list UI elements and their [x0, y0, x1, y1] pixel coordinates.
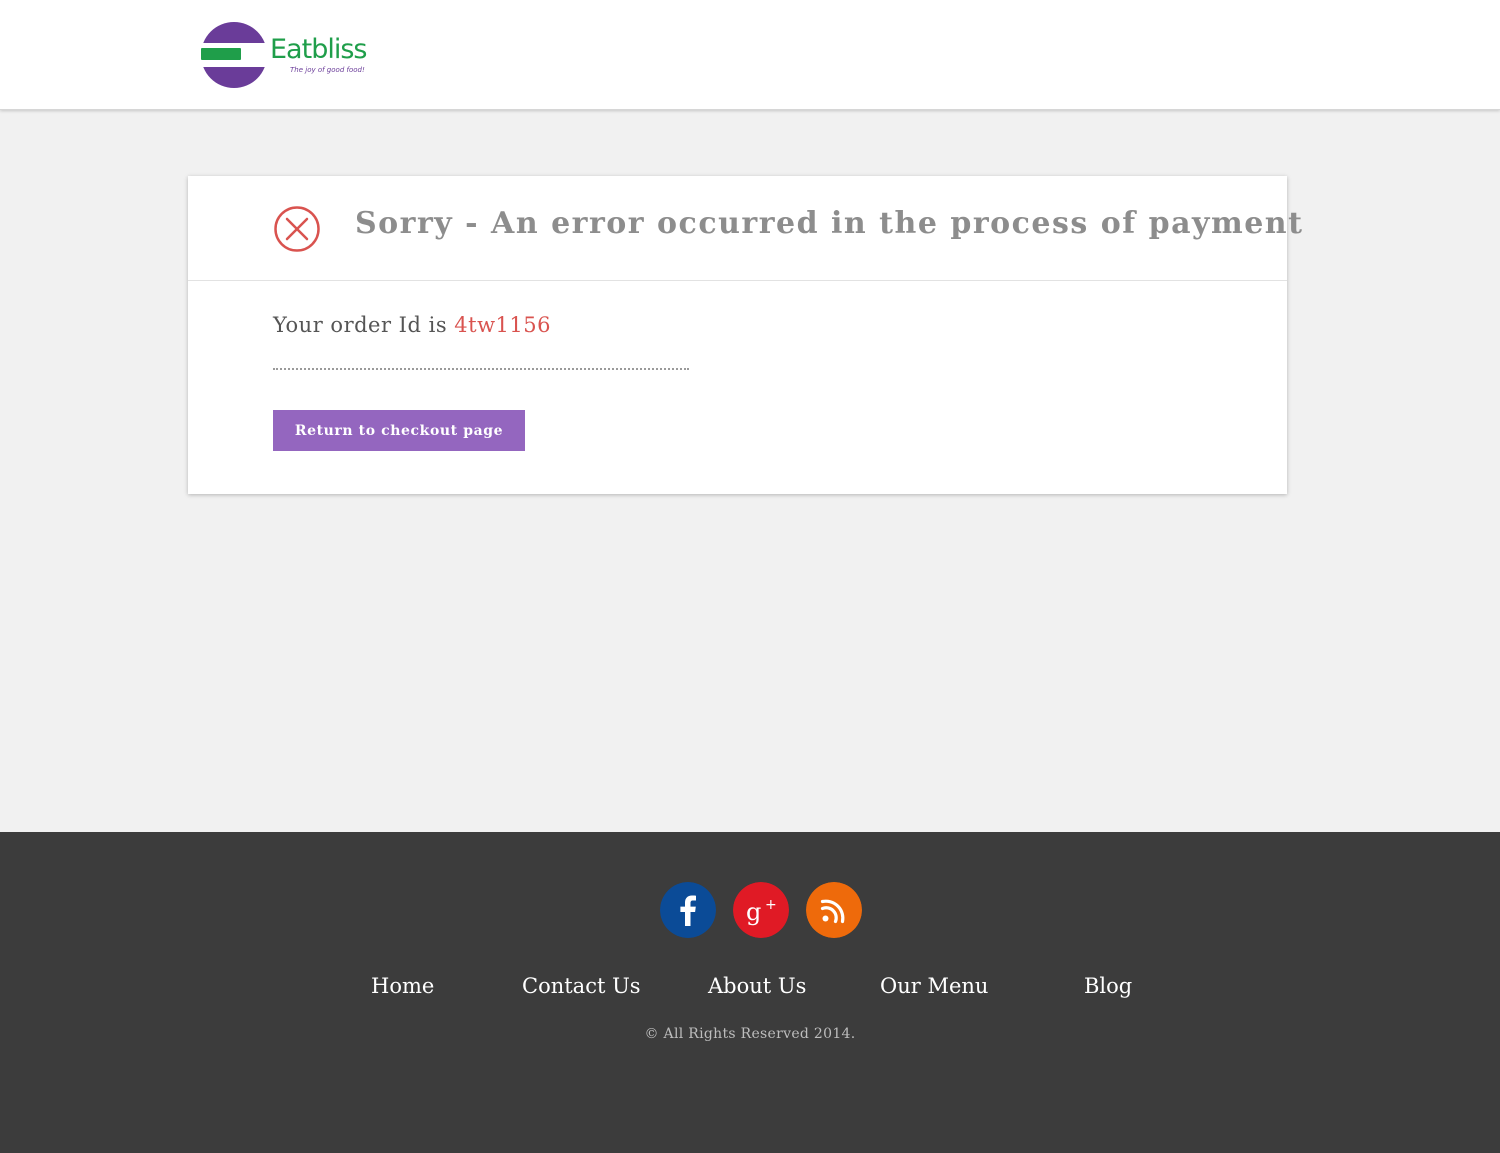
circle-x-icon [274, 206, 320, 252]
footer-link-contact-us[interactable]: Contact Us [522, 974, 641, 998]
eatbliss-logo[interactable]: Eatbliss The joy of good food! [200, 20, 370, 90]
rss-icon [806, 882, 862, 938]
facebook-icon [660, 882, 716, 938]
payment-error-card: Sorry - An error occurred in the process… [188, 176, 1302, 494]
logo-tagline: The joy of good food! [290, 66, 365, 74]
logo-name: Eatbliss [270, 34, 367, 65]
google-plus-link[interactable]: g + [733, 882, 789, 938]
dotted-divider [273, 368, 689, 370]
order-id-label: Your order Id is [273, 313, 448, 337]
google-plus-icon: g + [733, 882, 789, 938]
site-footer: g + Home Contact Us About Us Our Menu Bl… [0, 832, 1500, 1153]
footer-link-about-us[interactable]: About Us [708, 974, 806, 998]
site-header: Eatbliss The joy of good food! [0, 0, 1500, 110]
rss-link[interactable] [806, 882, 862, 938]
return-to-checkout-button[interactable]: Return to checkout page [273, 410, 525, 451]
svg-text:g: g [746, 898, 761, 926]
eatbliss-logo-mark [200, 22, 268, 88]
order-id-line: Your order Id is 4tw1156 [273, 313, 551, 337]
footer-link-blog[interactable]: Blog [1084, 974, 1132, 998]
order-id-value: 4tw1156 [454, 313, 551, 337]
facebook-link[interactable] [660, 882, 716, 938]
footer-link-home[interactable]: Home [371, 974, 434, 998]
error-title: Sorry - An error occurred in the process… [355, 206, 1304, 241]
card-header: Sorry - An error occurred in the process… [188, 176, 1302, 281]
copyright-text: © All Rights Reserved 2014. [644, 1026, 856, 1042]
svg-text:+: + [765, 897, 777, 913]
footer-link-our-menu[interactable]: Our Menu [880, 974, 988, 998]
